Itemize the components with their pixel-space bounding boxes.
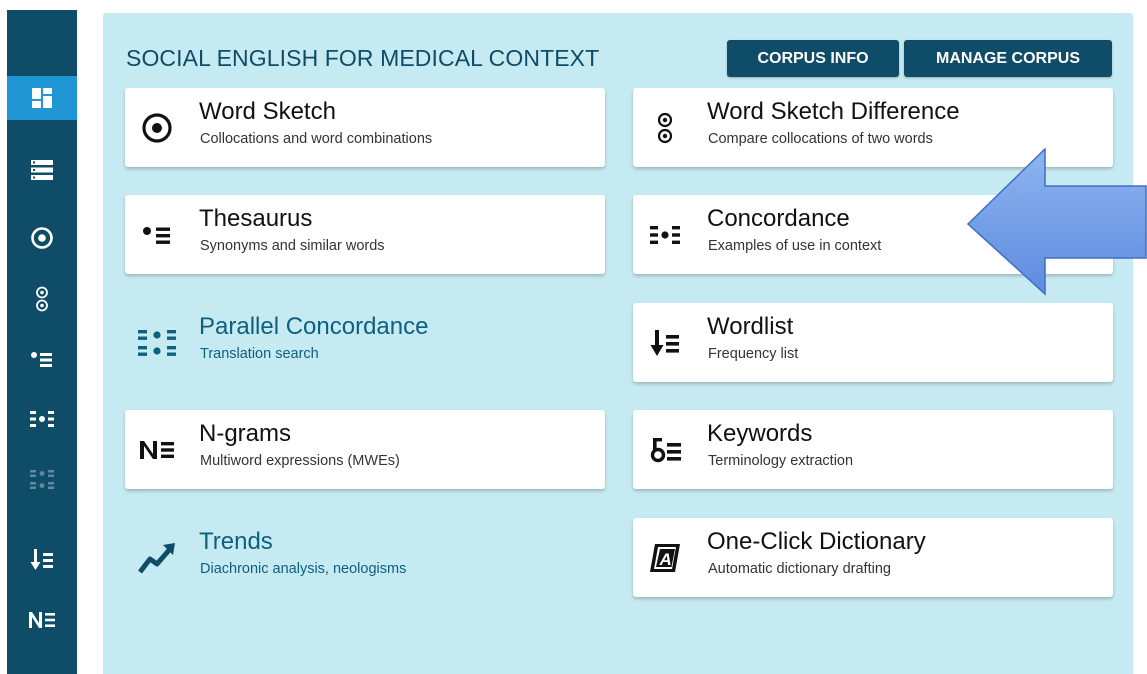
tool-title: Concordance xyxy=(707,205,850,232)
sidebar-item-wordlist[interactable] xyxy=(7,538,77,582)
keywords-icon xyxy=(643,428,687,472)
concordance-icon xyxy=(29,409,55,429)
parallel-concordance-icon xyxy=(135,321,179,365)
sidebar-item-corpus-list[interactable] xyxy=(7,148,77,192)
word-sketch-difference-icon xyxy=(35,286,49,312)
sidebar-item-word-sketch[interactable] xyxy=(7,216,77,260)
corpus-info-button[interactable]: CORPUS INFO xyxy=(727,40,899,77)
tool-card-parallel-concordance[interactable]: Parallel Concordance Translation search xyxy=(125,303,605,382)
sidebar-item-word-sketch-difference[interactable] xyxy=(7,277,77,321)
tool-title: N-grams xyxy=(199,420,292,447)
word-sketch-icon xyxy=(30,226,54,250)
sidebar-item-ngrams[interactable] xyxy=(7,598,77,642)
trends-icon xyxy=(135,536,179,580)
tool-card-wordlist[interactable]: Wordlist Frequency list xyxy=(633,303,1113,382)
tool-subtitle: Terminology extraction xyxy=(708,453,854,469)
tool-title: Word Sketch xyxy=(199,98,336,125)
sidebar-item-dashboard[interactable] xyxy=(7,76,77,120)
tool-card-trends[interactable]: Trends Diachronic analysis, neologisms xyxy=(125,518,605,597)
tool-title: One-Click Dictionary xyxy=(707,528,926,555)
tool-card-keywords[interactable]: Keywords Terminology extraction xyxy=(633,410,1113,489)
tool-subtitle: Collocations and word combinations xyxy=(200,131,433,147)
tool-title: Thesaurus xyxy=(199,205,313,232)
tool-subtitle: Examples of use in context xyxy=(708,238,882,254)
concordance-icon xyxy=(643,213,687,257)
corpus-dashboard-panel: SOCIAL ENGLISH FOR MEDICAL CONTEXT CORPU… xyxy=(103,13,1133,674)
svg-text:A: A xyxy=(659,550,672,569)
tool-subtitle: Diachronic analysis, neologisms xyxy=(200,561,407,577)
tool-card-ngrams[interactable]: N-grams Multiword expressions (MWEs) xyxy=(125,410,605,489)
tool-card-one-click-dictionary[interactable]: A One-Click Dictionary Automatic diction… xyxy=(633,518,1113,597)
tool-title: Wordlist xyxy=(707,313,794,340)
ngrams-icon xyxy=(135,428,179,472)
tool-subtitle: Synonyms and similar words xyxy=(200,238,385,254)
corpus-title: SOCIAL ENGLISH FOR MEDICAL CONTEXT xyxy=(126,45,600,71)
wordlist-icon xyxy=(643,321,687,365)
thesaurus-icon xyxy=(135,213,179,257)
sidebar xyxy=(7,10,77,674)
dashboard-icon xyxy=(31,87,53,109)
tool-subtitle: Translation search xyxy=(200,346,319,362)
sidebar-item-parallel-concordance[interactable] xyxy=(7,458,77,502)
sidebar-item-thesaurus[interactable] xyxy=(7,337,77,381)
tool-card-word-sketch[interactable]: Word Sketch Collocations and word combin… xyxy=(125,88,605,167)
tool-card-concordance[interactable]: Concordance Examples of use in context xyxy=(633,195,1113,274)
sidebar-item-concordance[interactable] xyxy=(7,397,77,441)
tool-card-thesaurus[interactable]: Thesaurus Synonyms and similar words xyxy=(125,195,605,274)
tool-title: Parallel Concordance xyxy=(199,313,429,340)
ngrams-icon xyxy=(28,610,56,630)
tool-title: Keywords xyxy=(707,420,813,447)
wordlist-icon xyxy=(30,548,54,572)
tool-title: Trends xyxy=(199,528,273,555)
tool-subtitle: Frequency list xyxy=(708,346,799,362)
tool-subtitle: Multiword expressions (MWEs) xyxy=(200,453,400,469)
manage-corpus-button[interactable]: MANAGE CORPUS xyxy=(904,40,1112,77)
word-sketch-difference-icon xyxy=(643,106,687,150)
corpus-list-icon xyxy=(30,159,54,181)
one-click-dictionary-icon: A xyxy=(643,536,687,580)
tool-subtitle: Automatic dictionary drafting xyxy=(708,561,891,577)
thesaurus-icon xyxy=(30,349,54,369)
tool-subtitle: Compare collocations of two words xyxy=(708,131,933,147)
tool-card-word-sketch-difference[interactable]: Word Sketch Difference Compare collocati… xyxy=(633,88,1113,167)
parallel-concordance-icon xyxy=(29,469,55,491)
word-sketch-icon xyxy=(135,106,179,150)
tool-title: Word Sketch Difference xyxy=(707,98,960,125)
